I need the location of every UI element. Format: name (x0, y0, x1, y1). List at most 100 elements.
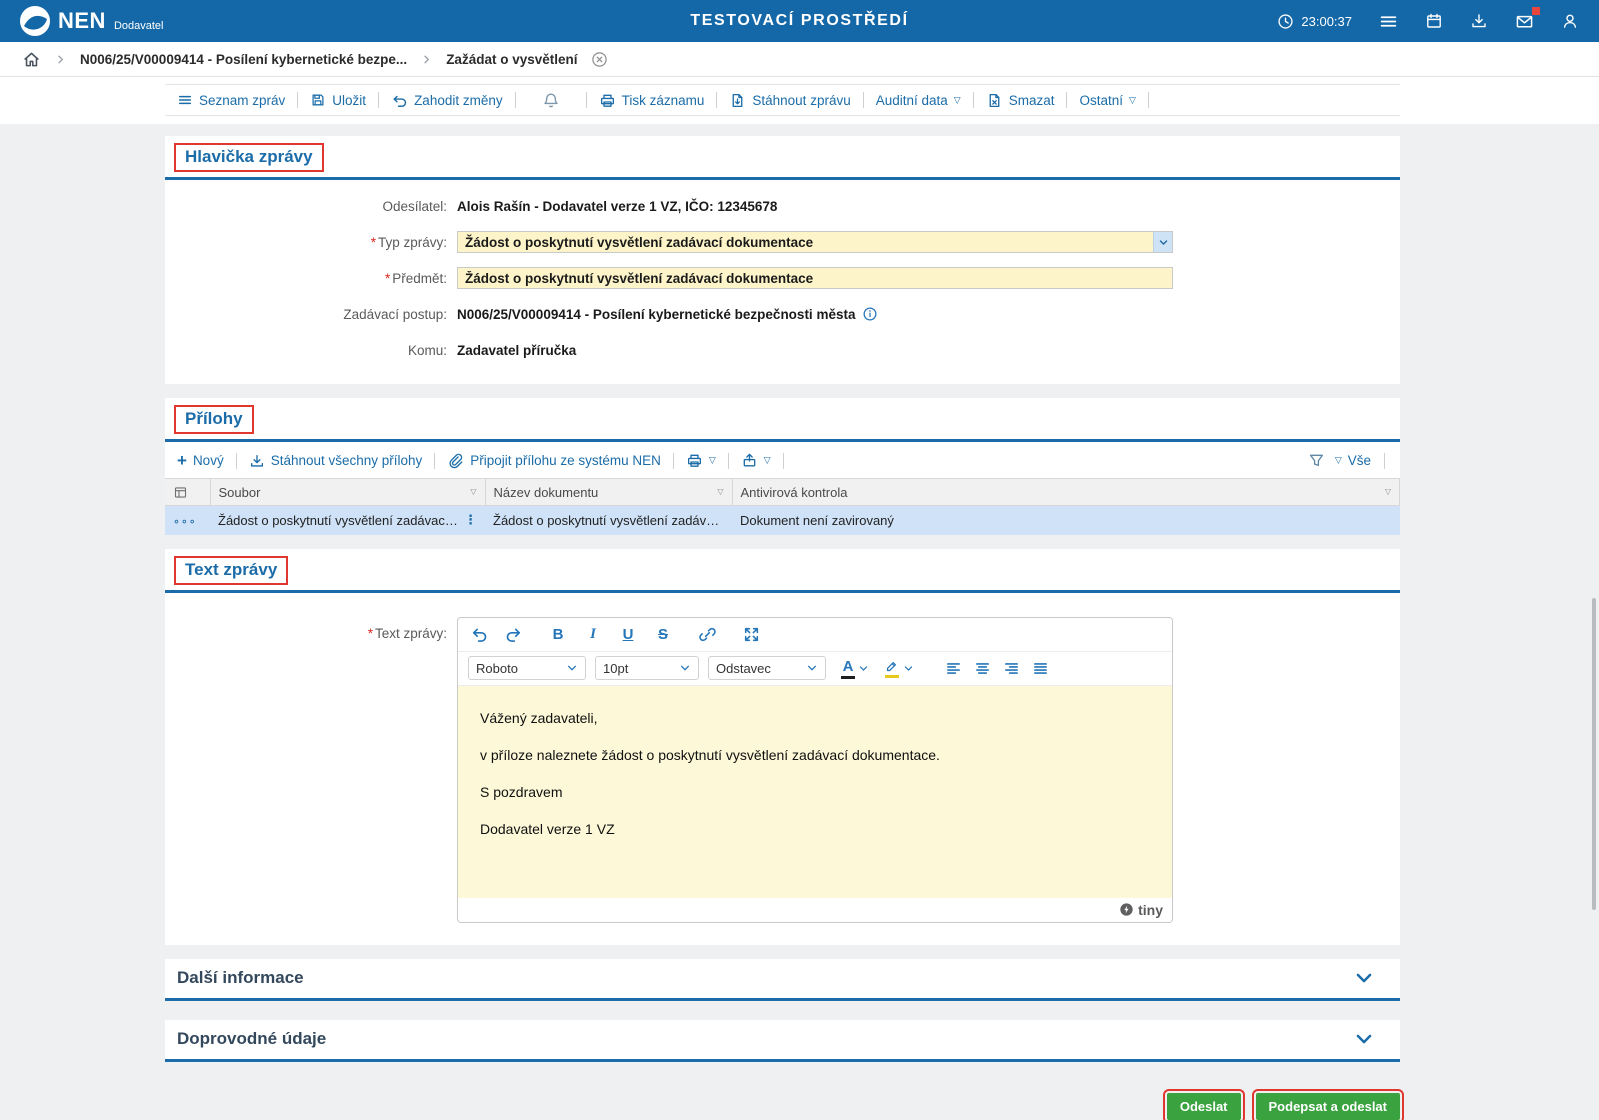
filter-all-button[interactable]: ▽ Vše (1335, 453, 1371, 468)
recipient-label: Komu: (407, 342, 447, 358)
discard-changes-button[interactable]: Zahodit změny (391, 92, 503, 109)
chevron-down-icon (859, 665, 868, 671)
filter-triangle-icon[interactable]: ▽ (1385, 488, 1391, 496)
audit-data-button[interactable]: Auditní data ▽ (876, 93, 961, 108)
link-icon[interactable] (698, 625, 717, 644)
print-attachments-button[interactable]: ▽ (686, 452, 716, 469)
undo-icon[interactable] (470, 625, 489, 644)
filter-funnel-icon[interactable] (1308, 452, 1325, 469)
editor-toolbar-bottom: Roboto 10pt Odstavec A (458, 652, 1172, 686)
logo-subtitle: Dodavatel (113, 20, 164, 32)
delete-label: Smazat (1008, 92, 1055, 108)
sign-and-send-button[interactable]: Podepsat a odeslat (1251, 1088, 1405, 1120)
breadcrumb-procedure[interactable]: N006/25/V00009414 - Posílení kybernetick… (80, 52, 407, 67)
redo-icon[interactable] (504, 625, 523, 644)
chevron-down-icon[interactable] (1354, 1029, 1374, 1049)
nen-logo-icon (20, 6, 50, 36)
procedure-value: N006/25/V00009414 - Posílení kybernetick… (457, 306, 856, 322)
home-icon[interactable] (22, 50, 41, 69)
form-row-subject: * Předmět: (165, 260, 1400, 296)
text-color-letter: A (842, 657, 854, 675)
attach-from-nen-button[interactable]: Připojit přílohu ze systému NEN (447, 452, 661, 469)
new-attachment-button[interactable]: + Nový (177, 452, 224, 469)
align-center-icon[interactable] (974, 660, 991, 677)
underline-button[interactable]: U (618, 626, 638, 643)
attachments-table: Soubor ▽ Název dokumentu ▽ Antivirová kont… (165, 478, 1400, 535)
message-text-editor-content[interactable]: Vážený zadavateli, v příloze naleznete ž… (458, 685, 1172, 898)
messages-icon[interactable] (1515, 6, 1540, 31)
paragraph-style-select[interactable]: Odstavec (708, 656, 826, 680)
strikethrough-button[interactable]: S (653, 626, 673, 643)
message-text-panel: Text zprávy * Text zprávy: B I U S Roboto (165, 548, 1400, 945)
export-attachments-button[interactable]: ▽ (741, 452, 771, 469)
notification-bell-icon[interactable] (542, 91, 560, 109)
highlighter-icon (884, 658, 900, 674)
separator (782, 452, 784, 469)
editor-line: Vážený zadavateli, (480, 709, 598, 726)
breadcrumb-current: Zažádat o vysvětlení (446, 51, 578, 67)
align-justify-icon[interactable] (1032, 660, 1049, 677)
download-all-attachments-button[interactable]: Stáhnout všechny přílohy (249, 453, 422, 469)
text-color-button[interactable]: A (841, 658, 869, 679)
printer-icon (599, 92, 616, 109)
section-accompanying-data[interactable]: Doprovodné údaje (165, 1019, 1400, 1062)
bold-button[interactable]: B (548, 626, 568, 643)
chevron-down-icon (808, 665, 816, 671)
table-row[interactable]: ∘∘∘ Žádost o poskytnutí vysvětlení zadáv… (165, 505, 1400, 535)
column-header-antivirus[interactable]: Antivirová kontrola ▽ (732, 478, 1400, 506)
highlight-color-button[interactable] (884, 658, 914, 678)
font-size-select[interactable]: 10pt (595, 656, 699, 680)
row-settings-header[interactable] (165, 478, 211, 506)
section-more-info[interactable]: Další informace (165, 958, 1400, 1001)
column-header-file[interactable]: Soubor ▽ (210, 478, 486, 506)
select-dropdown-button[interactable] (1153, 232, 1172, 252)
chevron-down-icon (568, 665, 576, 671)
paragraph-style-value: Odstavec (716, 660, 771, 676)
subject-input[interactable] (457, 267, 1173, 289)
font-size-value: 10pt (603, 660, 629, 676)
other-actions-button[interactable]: Ostatní ▽ (1079, 93, 1135, 108)
undo-icon (391, 92, 408, 109)
filter-triangle-icon[interactable]: ▽ (470, 488, 476, 496)
required-asterisk: * (370, 234, 376, 250)
row-menu-icon[interactable]: ∘∘∘ (173, 516, 197, 528)
dropdown-triangle-icon: ▽ (1334, 455, 1342, 465)
row-handle-icon[interactable]: ⋮ (464, 512, 477, 528)
required-asterisk: * (384, 270, 391, 286)
grid-settings-icon (173, 485, 202, 500)
dropdown-triangle-icon: ▽ (708, 455, 716, 465)
document-download-icon (729, 92, 746, 109)
nen-logo[interactable]: NEN Dodavatel (20, 6, 164, 36)
page-scrollbar[interactable] (1592, 598, 1596, 910)
info-icon[interactable] (862, 306, 878, 322)
align-right-icon[interactable] (1003, 660, 1020, 677)
other-actions-label: Ostatní (1079, 92, 1124, 108)
fullscreen-icon[interactable] (742, 625, 761, 644)
separator (972, 92, 974, 108)
download-message-button[interactable]: Stáhnout zprávu (729, 92, 851, 109)
clock-icon (1277, 13, 1294, 30)
message-text-row: * Text zprávy: B I U S Roboto 10pt Odsta… (165, 593, 1400, 945)
send-button[interactable]: Odeslat (1162, 1088, 1245, 1120)
section-title-accompanying-data: Doprovodné údaje (177, 1029, 327, 1048)
menu-icon[interactable] (1379, 12, 1398, 31)
highlight-color-swatch (885, 675, 899, 678)
save-button[interactable]: Uložit (310, 92, 366, 108)
print-record-button[interactable]: Tisk záznamu (599, 92, 704, 109)
close-tab-icon[interactable] (591, 51, 608, 68)
column-header-document-name[interactable]: Název dokumentu ▽ (485, 478, 733, 506)
filter-triangle-icon[interactable]: ▽ (717, 488, 723, 496)
delete-button[interactable]: Smazat (986, 92, 1055, 109)
download-icon[interactable] (1470, 12, 1488, 30)
recipient-value: Zadavatel příručka (457, 342, 577, 358)
message-list-button[interactable]: Seznam zpráv (177, 92, 285, 108)
calendar-icon[interactable] (1425, 12, 1443, 30)
align-left-icon[interactable] (945, 660, 962, 677)
font-family-select[interactable]: Roboto (468, 656, 586, 680)
attachments-filter-group: ▽ Vše (1308, 452, 1388, 469)
user-icon[interactable] (1561, 12, 1579, 30)
message-type-select[interactable]: Žádost o poskytnutí vysvětlení zadávací … (457, 231, 1173, 253)
chevron-down-icon[interactable] (1354, 968, 1374, 988)
editor-line: S pozdravem (480, 783, 563, 800)
italic-button[interactable]: I (583, 626, 603, 643)
